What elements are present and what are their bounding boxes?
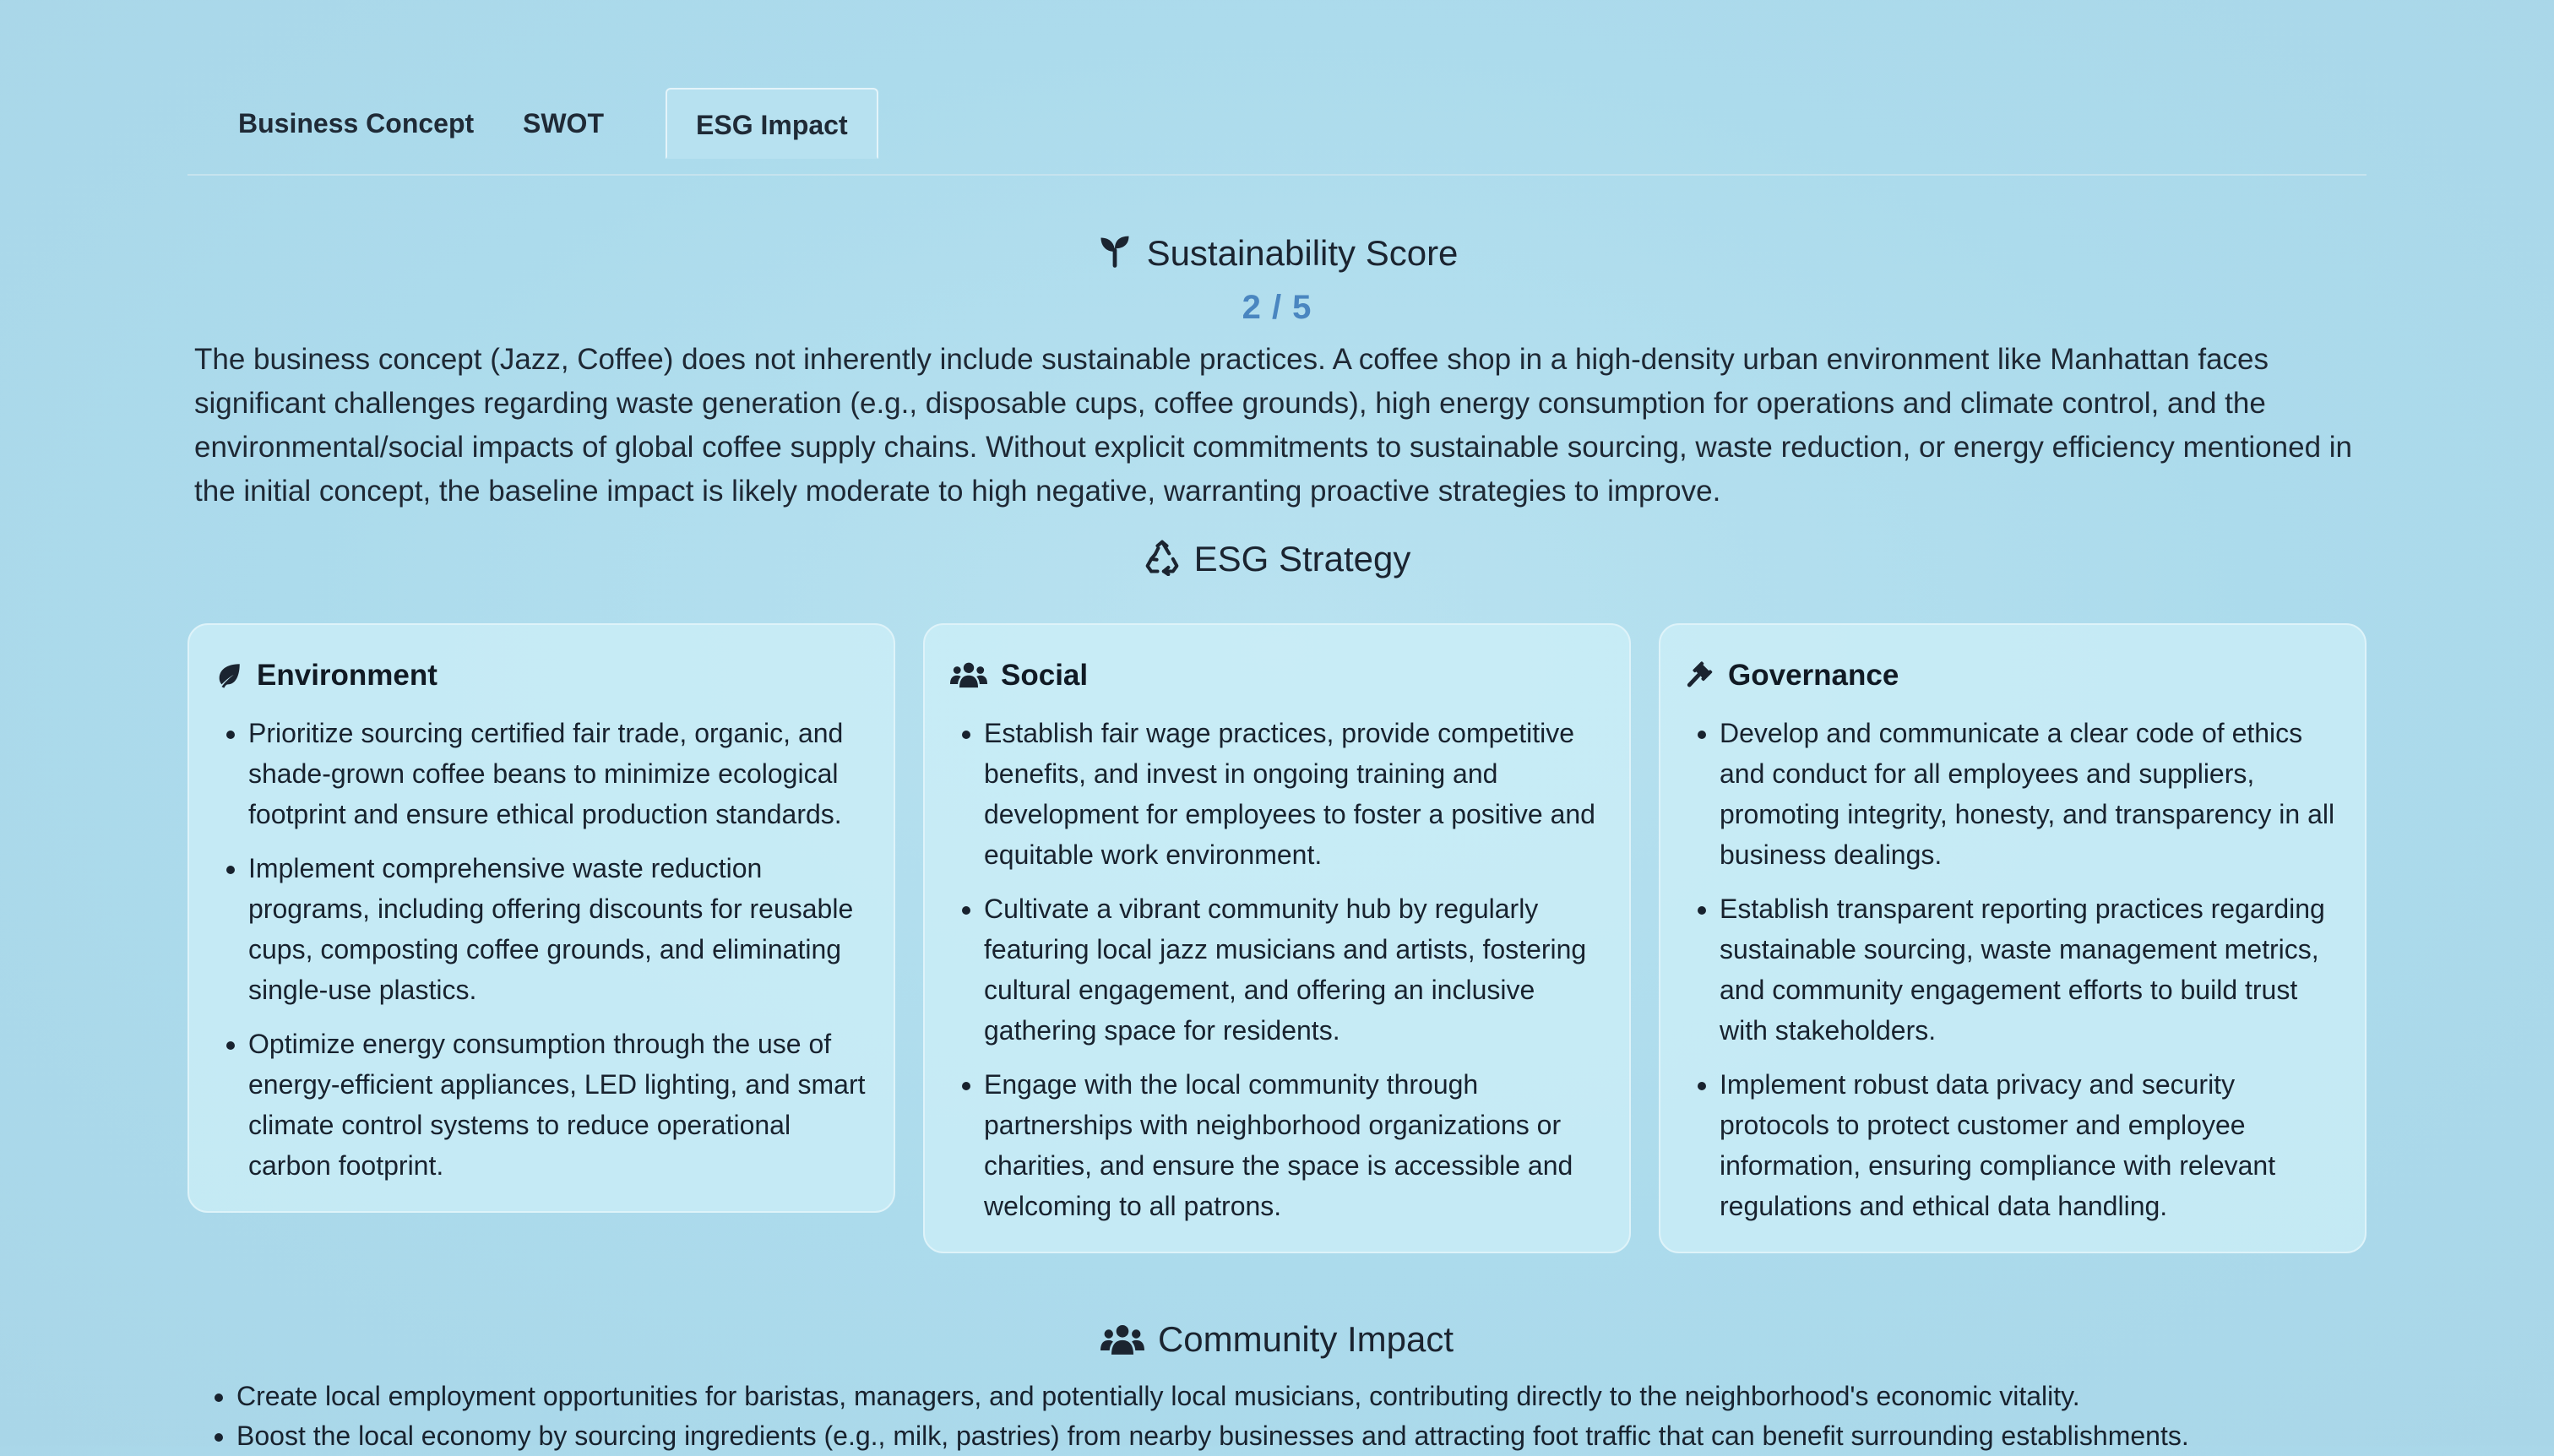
list-item: Cultivate a vibrant community hub by reg… (984, 888, 1604, 1051)
recycle-icon (1145, 540, 1179, 577)
sustainability-description: The business concept (Jazz, Coffee) does… (194, 343, 2352, 508)
governance-card-title: Governance (1686, 655, 2339, 696)
seedling-icon (1100, 236, 1129, 268)
users-icon (950, 662, 987, 688)
environment-title-text: Environment (257, 659, 437, 692)
list-item: Implement comprehensive waste reduction … (248, 848, 868, 1010)
list-item: Establish fair wage practices, provide c… (984, 713, 1604, 875)
list-item: Develop and communicate a clear code of … (1720, 713, 2339, 875)
list-item: Optimize energy consumption through the … (248, 1024, 868, 1186)
governance-list: Develop and communicate a clear code of … (1686, 713, 2339, 1226)
sustainability-title: Sustainability Score (1146, 233, 1459, 273)
environment-list: Prioritize sourcing certified fair trade… (215, 713, 868, 1186)
list-item: Prioritize sourcing certified fair trade… (248, 713, 868, 834)
environment-card: Environment Prioritize sourcing certifie… (187, 623, 895, 1213)
community-impact-list: Create local employment opportunities fo… (211, 1377, 2399, 1456)
social-card-title: Social (950, 655, 1604, 696)
gavel-icon (1687, 661, 1713, 687)
list-item: Establish transparent reporting practice… (1720, 888, 2339, 1051)
tab-swot[interactable]: SWOT (494, 88, 633, 159)
tab-esg-impact[interactable]: ESG Impact (666, 88, 878, 159)
esg-strategy-title: ESG Strategy (1193, 539, 1411, 579)
sustainability-score: 2 / 5 (1242, 289, 1312, 326)
community-impact-title: Community Impact (1157, 1319, 1454, 1359)
list-item: Implement robust data privacy and securi… (1720, 1064, 2339, 1226)
leaf-icon (219, 664, 240, 688)
list-item: Boost the local economy by sourcing ingr… (236, 1416, 2399, 1456)
social-title-text: Social (1001, 659, 1089, 692)
sustainability-heading: Sustainability Score (187, 233, 2367, 274)
social-card: Social Establish fair wage practices, pr… (923, 623, 1631, 1253)
tab-business-concept[interactable]: Business Concept (209, 88, 503, 159)
users-icon (1100, 1324, 1144, 1355)
social-list: Establish fair wage practices, provide c… (950, 713, 1604, 1226)
list-item: Create local employment opportunities fo… (236, 1377, 2399, 1416)
esg-strategy-heading: ESG Strategy (187, 539, 2367, 579)
list-item: Engage with the local community through … (984, 1064, 1604, 1226)
environment-card-title: Environment (215, 655, 868, 696)
governance-title-text: Governance (1728, 659, 1899, 692)
community-impact-heading: Community Impact (187, 1319, 2367, 1360)
tab-bar: Business Concept SWOT ESG Impact (187, 88, 2367, 176)
governance-card: Governance Develop and communicate a cle… (1659, 623, 2367, 1253)
